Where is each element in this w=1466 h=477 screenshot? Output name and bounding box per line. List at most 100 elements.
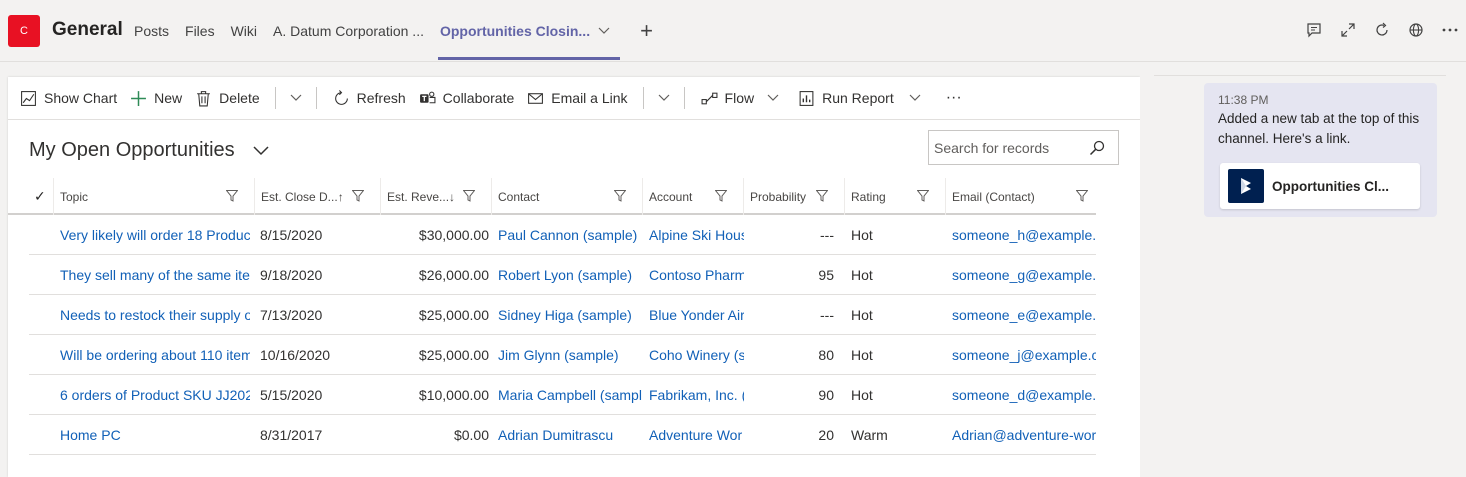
select-all-checkmark-icon[interactable]: ✓ [34, 188, 46, 205]
cell-email[interactable]: someone_h@example.c [952, 215, 1096, 255]
cell-rating: Warm [851, 427, 888, 443]
view-selector[interactable]: My Open Opportunities [29, 139, 269, 162]
cell-contact[interactable]: Sidney Higa (sample) [498, 295, 642, 335]
table-row[interactable]: Very likely will order 18 Product 8/15/20… [29, 215, 1096, 255]
cell-contact[interactable]: Robert Lyon (sample) [498, 255, 642, 295]
chevron-down-icon[interactable] [280, 91, 312, 105]
tab-opportunities[interactable]: Opportunities Closin... [432, 0, 626, 62]
tab-a-datum[interactable]: A. Datum Corporation ... [265, 0, 432, 62]
cell-topic[interactable]: Will be ordering about 110 item [60, 335, 250, 375]
search-icon[interactable] [1089, 140, 1105, 156]
toolbar-divider [315, 87, 317, 109]
email-icon [528, 92, 544, 104]
search-input[interactable] [934, 139, 1089, 156]
cell-email[interactable]: someone_d@example.co [952, 375, 1096, 415]
cell-contact[interactable]: Adrian Dumitrascu [498, 415, 642, 455]
add-tab-button[interactable]: + [626, 18, 667, 44]
cell-account[interactable]: Fabrikam, Inc. (s [649, 375, 744, 415]
cell-topic[interactable]: Needs to restock their supply o [60, 295, 250, 335]
cell-rating: Hot [851, 307, 873, 323]
delete-button[interactable]: Delete [193, 77, 270, 120]
cell-topic[interactable]: They sell many of the same item [60, 255, 250, 295]
table-row[interactable]: Needs to restock their supply o 7/13/2020… [29, 295, 1096, 335]
cell-email[interactable]: someone_g@example.co [952, 255, 1096, 295]
grid-header: ✓ Topic Est. Close D...↑ Est. Reve...↓ C… [8, 178, 1096, 215]
cell-account[interactable]: Coho Winery (s [649, 335, 744, 375]
command-bar: Show Chart New Delete Refresh Collaborat… [8, 77, 1140, 120]
column-est-revenue[interactable]: Est. Reve...↓ [380, 178, 483, 215]
filter-icon[interactable] [1076, 190, 1088, 202]
cell-topic[interactable]: Home PC [60, 415, 250, 455]
channel-avatar[interactable]: C [8, 15, 40, 47]
column-label: Rating [851, 189, 886, 204]
show-chart-label: Show Chart [44, 90, 118, 106]
reload-icon[interactable] [1372, 20, 1392, 40]
cell-close-date: 9/18/2020 [260, 267, 323, 283]
tab-posts[interactable]: Posts [126, 0, 177, 62]
cell-probability: 90 [818, 387, 834, 403]
filter-icon[interactable] [463, 190, 475, 202]
cell-email[interactable]: someone_j@example.co [952, 335, 1096, 375]
new-button[interactable]: New [128, 77, 193, 120]
cell-close-date: 8/31/2017 [260, 427, 323, 443]
more-commands-button[interactable]: ··· [932, 77, 973, 120]
column-contact[interactable]: Contact [491, 178, 634, 215]
filter-icon[interactable] [614, 190, 626, 202]
cell-account[interactable]: Adventure Wor [649, 415, 744, 455]
refresh-button[interactable]: Refresh [321, 77, 417, 120]
chevron-down-icon[interactable] [648, 91, 680, 105]
cell-revenue: $0.00 [453, 427, 489, 443]
column-account[interactable]: Account [642, 178, 735, 215]
toolbar-divider [642, 87, 644, 109]
expand-icon[interactable] [1338, 20, 1358, 40]
table-row[interactable]: Will be ordering about 110 item 10/16/202… [29, 335, 1096, 375]
filter-icon[interactable] [917, 190, 929, 202]
cell-rating: Hot [851, 347, 873, 363]
email-link-label: Email a Link [551, 90, 628, 106]
run-report-label: Run Report [822, 90, 894, 106]
table-row[interactable]: They sell many of the same item 9/18/2020… [29, 255, 1096, 295]
cell-contact[interactable]: Maria Campbell (sample [498, 375, 642, 415]
collaborate-button[interactable]: Collaborate [417, 77, 526, 120]
chat-message: 11:38 PM Added a new tab at the top of t… [1204, 83, 1437, 217]
cell-topic[interactable]: 6 orders of Product SKU JJ202 (s [60, 375, 250, 415]
column-topic[interactable]: Topic [53, 178, 246, 215]
conversation-icon[interactable] [1304, 20, 1324, 40]
tab-link-card[interactable]: Opportunities Cl... [1220, 163, 1420, 209]
tab-files[interactable]: Files [177, 0, 223, 62]
show-chart-button[interactable]: Show Chart [18, 77, 128, 120]
refresh-icon [334, 89, 348, 105]
globe-icon[interactable] [1406, 20, 1426, 40]
more-options-icon[interactable] [1440, 20, 1460, 40]
view-title: My Open Opportunities [29, 139, 235, 161]
cell-probability: 20 [818, 427, 834, 443]
column-probability[interactable]: Probability [743, 178, 836, 215]
column-email-contact[interactable]: Email (Contact) [945, 178, 1096, 215]
filter-icon[interactable] [715, 190, 727, 202]
cell-account[interactable]: Contoso Pharm [649, 255, 744, 295]
tab-wiki[interactable]: Wiki [223, 0, 265, 62]
filter-icon[interactable] [816, 190, 828, 202]
cell-contact[interactable]: Jim Glynn (sample) [498, 335, 642, 375]
cell-topic[interactable]: Very likely will order 18 Product [60, 215, 250, 255]
search-records-box [928, 130, 1119, 165]
filter-icon[interactable] [226, 190, 238, 202]
channel-header: C General Posts Files Wiki A. Datum Corp… [0, 0, 1466, 62]
email-link-button[interactable]: Email a Link [525, 77, 638, 120]
cell-contact[interactable]: Paul Cannon (sample) [498, 215, 642, 255]
column-rating[interactable]: Rating [844, 178, 937, 215]
cell-account[interactable]: Alpine Ski Hous [649, 215, 744, 255]
cell-email[interactable]: someone_e@example.co [952, 295, 1096, 335]
filter-icon[interactable] [352, 190, 364, 202]
column-est-close-date[interactable]: Est. Close D...↑ [254, 178, 372, 215]
flow-button[interactable]: Flow [689, 77, 791, 120]
table-row[interactable]: Home PC 8/31/2017 $0.00 Adrian Dumitrascu Ad… [29, 415, 1096, 455]
table-row[interactable]: 6 orders of Product SKU JJ202 (s 5/15/202… [29, 375, 1096, 415]
chevron-down-icon[interactable] [590, 24, 618, 38]
cell-probability: --- [820, 227, 834, 243]
cell-email[interactable]: Adrian@adventure-wor [952, 415, 1096, 455]
column-label: Est. Close D...↑ [261, 189, 344, 204]
run-report-button[interactable]: Run Report [790, 77, 932, 120]
crm-panel: Show Chart New Delete Refresh Collaborat… [8, 77, 1140, 477]
cell-account[interactable]: Blue Yonder Air [649, 295, 744, 335]
